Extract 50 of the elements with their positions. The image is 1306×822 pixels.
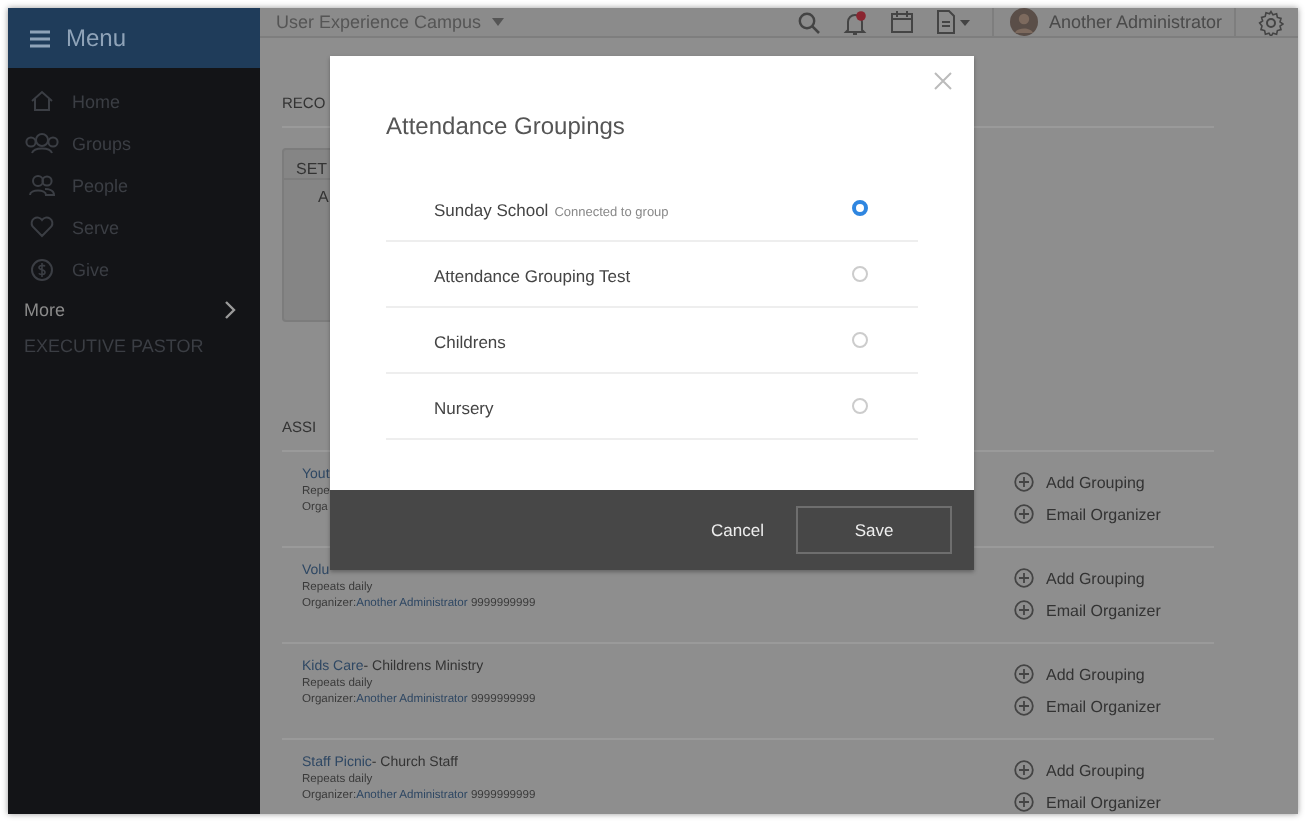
action-link[interactable]: Email Organizer (1014, 792, 1214, 812)
plus-circle-icon (1014, 600, 1034, 620)
user-menu[interactable]: Another Administrator (992, 8, 1236, 36)
close-icon[interactable] (934, 72, 952, 90)
menu-icon (30, 29, 50, 47)
plus-circle-icon (1014, 792, 1034, 812)
plus-circle-icon (1014, 568, 1034, 588)
chevron-right-icon (224, 299, 236, 319)
option-row[interactable]: Childrens (386, 308, 918, 374)
plus-circle-icon (1014, 664, 1034, 684)
option-row[interactable]: Attendance Grouping Test (386, 242, 918, 308)
radio-button[interactable] (852, 332, 868, 348)
document-icon (936, 10, 957, 34)
radio-button[interactable] (852, 266, 868, 282)
action-link[interactable]: Add Grouping (1014, 760, 1214, 780)
action-link[interactable]: Email Organizer (1014, 600, 1214, 620)
option-label: Attendance Grouping Test (434, 266, 631, 286)
search-icon[interactable] (798, 11, 821, 33)
plus-circle-icon (1014, 472, 1034, 492)
avatar (1010, 8, 1039, 36)
action-link[interactable]: Add Grouping (1014, 472, 1214, 492)
groups-icon (24, 132, 60, 154)
plus-circle-icon (1014, 696, 1034, 716)
panel-text: A (316, 186, 331, 206)
option-label: Childrens (434, 332, 506, 352)
caret-icon (960, 19, 971, 25)
user-name: Another Administrator (1048, 12, 1222, 32)
plus-circle-icon (1014, 760, 1034, 780)
settings-icon[interactable] (1258, 9, 1284, 35)
plus-circle-icon (1014, 504, 1034, 524)
radio-button[interactable] (852, 398, 868, 414)
more-item[interactable]: More (8, 290, 260, 328)
option-row[interactable]: Nursery (386, 374, 918, 440)
people-icon (24, 174, 60, 196)
menu-header[interactable]: Menu (8, 8, 260, 68)
action-link[interactable]: Add Grouping (1014, 664, 1214, 684)
cancel-button[interactable]: Cancel (699, 512, 776, 548)
action-link[interactable]: Add Grouping (1014, 568, 1214, 588)
action-link[interactable]: Email Organizer (1014, 504, 1214, 524)
action-link[interactable]: Email Organizer (1014, 696, 1214, 716)
caret-icon (491, 18, 504, 26)
more-label: More (24, 299, 66, 319)
calendar-icon[interactable] (890, 10, 915, 34)
bell-icon[interactable] (842, 9, 869, 35)
option-label: Sunday School (434, 200, 549, 220)
radio-button[interactable] (852, 200, 868, 216)
save-button[interactable]: Save (796, 506, 952, 554)
panel-header: SET (296, 160, 328, 178)
menu-title: Menu (66, 24, 127, 52)
document-menu[interactable] (936, 10, 971, 34)
